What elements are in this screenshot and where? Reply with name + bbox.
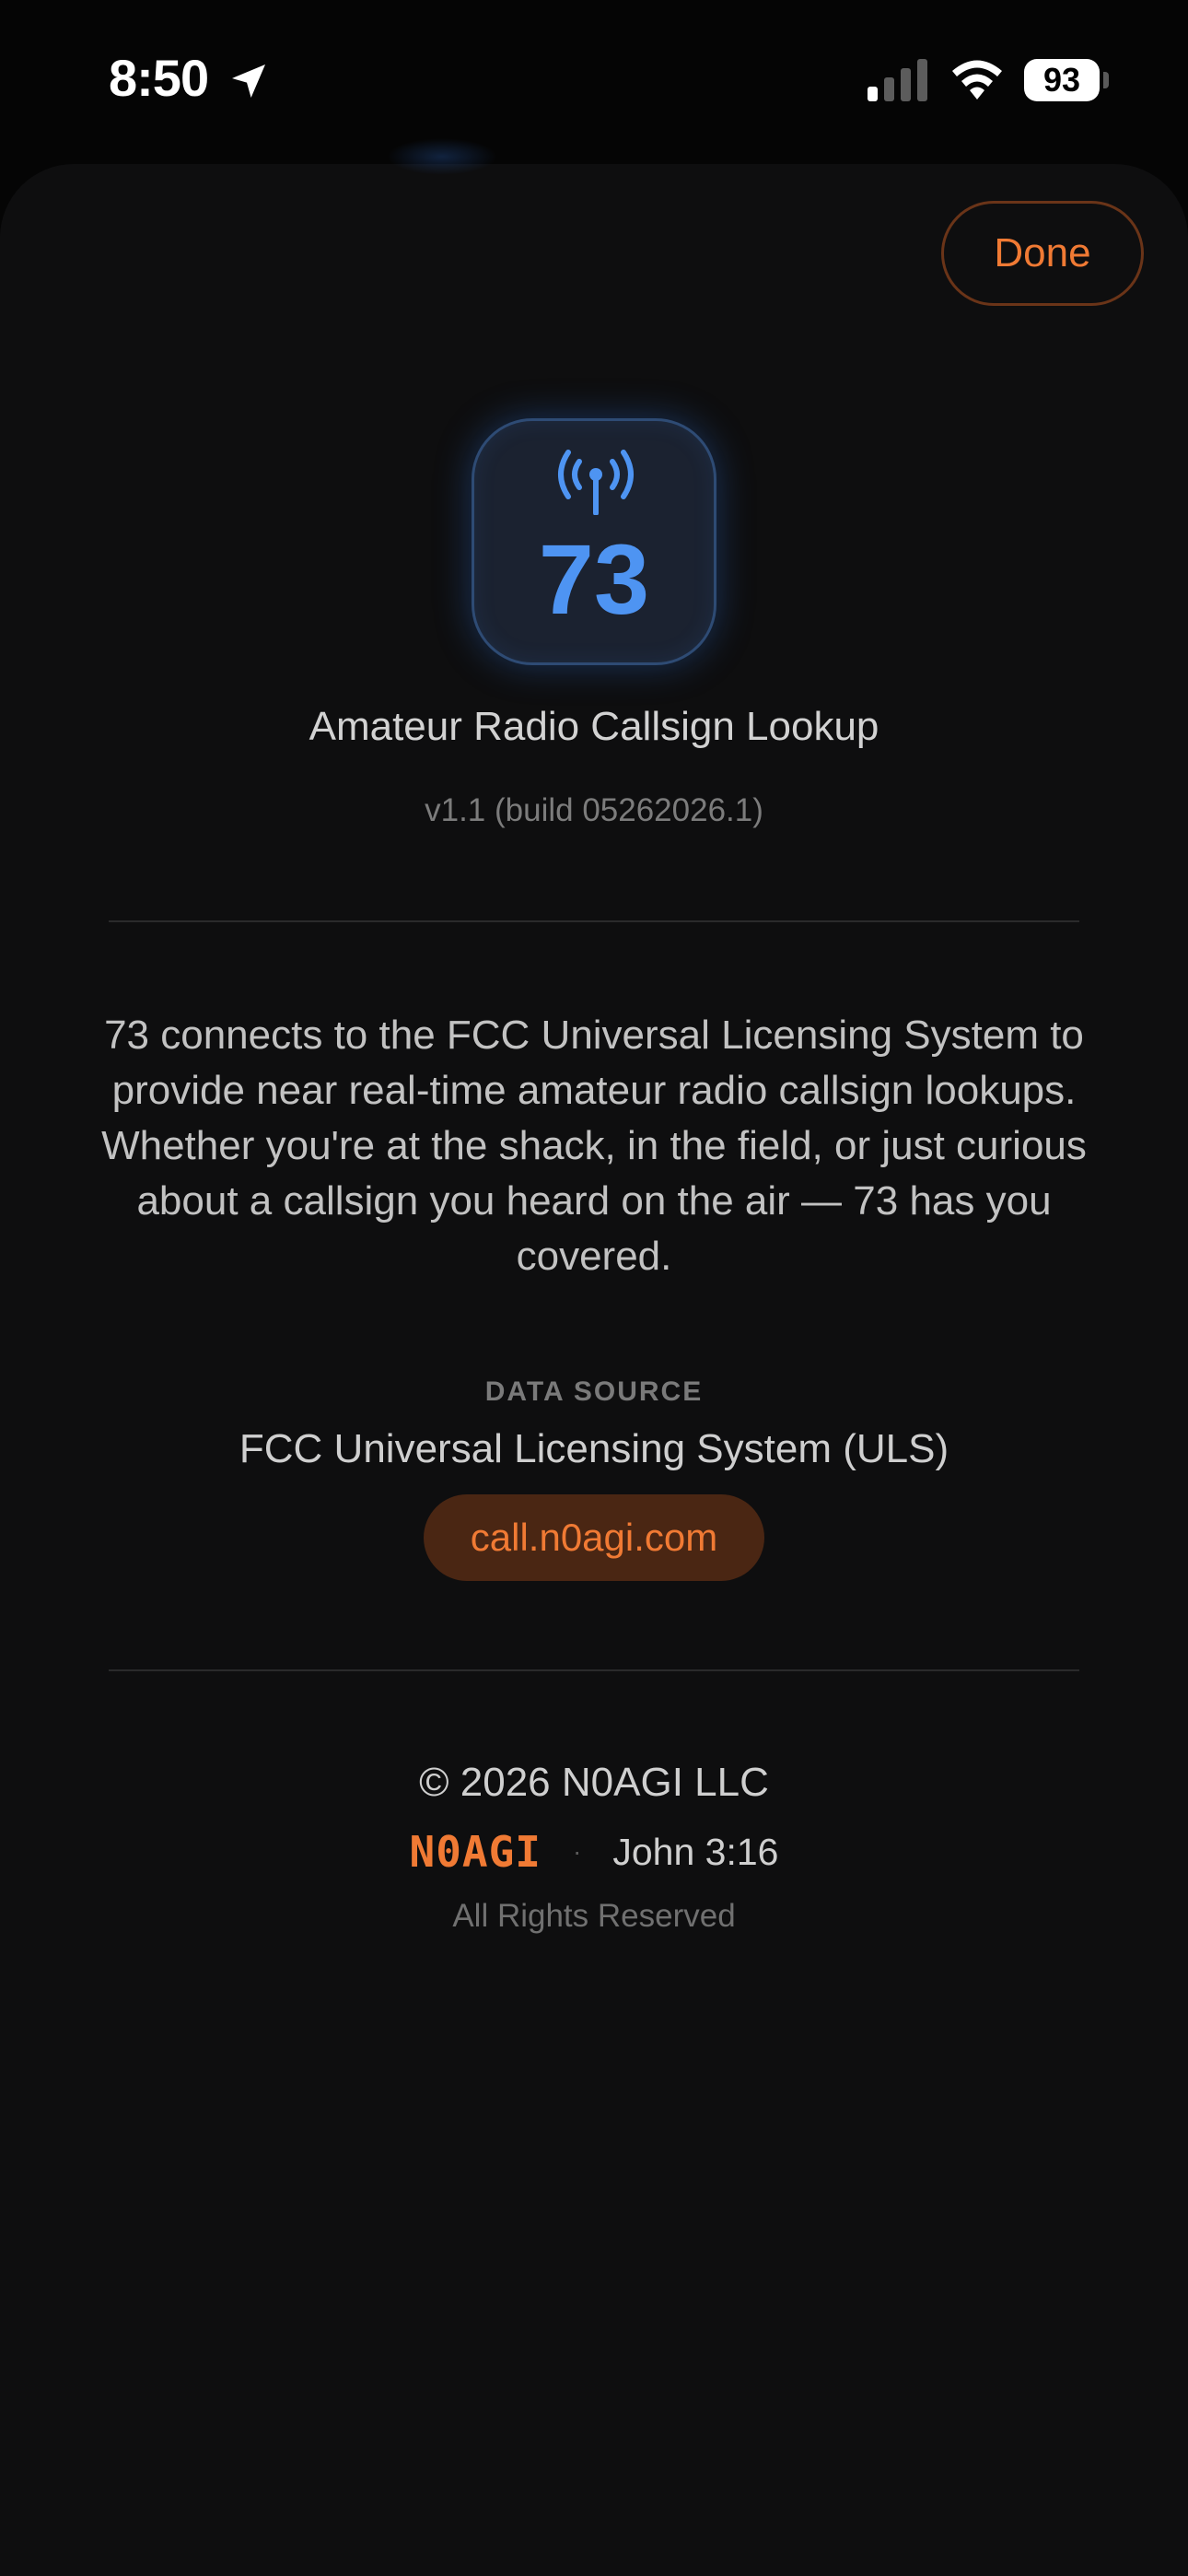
app-icon-number: 73 xyxy=(538,523,650,635)
app-version: v1.1 (build 05262026.1) xyxy=(425,792,763,828)
battery-tip xyxy=(1103,72,1109,88)
separator-dot: · xyxy=(573,1837,582,1866)
data-source-value: FCC Universal Licensing System (ULS) xyxy=(239,1426,949,1471)
sheet-glow xyxy=(387,138,497,175)
divider-bottom xyxy=(109,1669,1079,1671)
footer-row: N0AGI · John 3:16 xyxy=(0,1824,1188,1879)
battery-level: 93 xyxy=(1042,61,1081,99)
website-link[interactable]: call.n0agi.com xyxy=(424,1494,764,1581)
brand-logo: N0AGI xyxy=(409,1827,542,1877)
antenna-icon xyxy=(558,450,634,515)
divider-top xyxy=(109,920,1079,922)
status-bar: 8:50 93 xyxy=(0,0,1188,157)
verse-reference: John 3:16 xyxy=(612,1830,779,1873)
rights-reserved: All Rights Reserved xyxy=(452,1898,736,1934)
app-description: 73 connects to the FCC Universal Licensi… xyxy=(101,1013,1087,1279)
app-name: Amateur Radio Callsign Lookup xyxy=(309,704,879,749)
copyright: © 2026 N0AGI LLC xyxy=(419,1760,769,1805)
done-button[interactable]: Done xyxy=(941,201,1144,306)
battery-icon: 93 xyxy=(1024,59,1100,101)
status-time: 8:50 xyxy=(109,49,209,107)
wifi-icon xyxy=(952,60,1002,100)
cellular-signal-icon xyxy=(868,59,927,101)
location-arrow-icon xyxy=(232,64,265,98)
data-source-label: DATA SOURCE xyxy=(484,1376,704,1407)
app-icon: 73 xyxy=(472,418,716,665)
